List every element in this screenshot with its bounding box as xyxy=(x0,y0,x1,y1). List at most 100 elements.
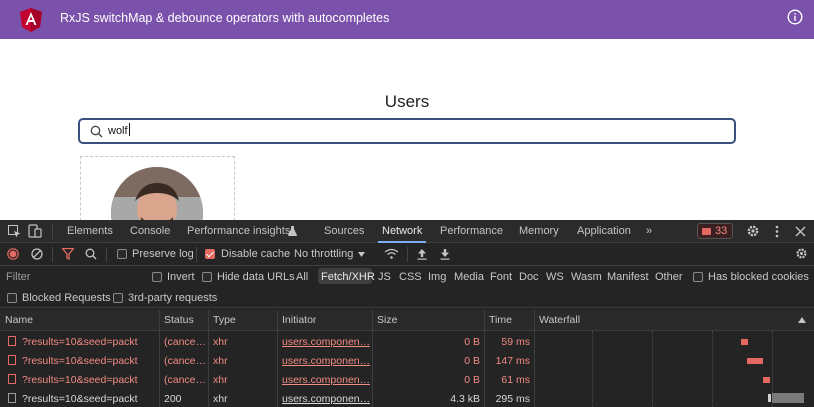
request-initiator-link[interactable]: users.componen… xyxy=(282,393,370,405)
request-size: 0 B xyxy=(464,355,480,367)
filter-bar: Filter Invert Hide data URLs All Fetch/X… xyxy=(0,266,814,286)
request-status: (cance… xyxy=(164,336,207,348)
request-time: 295 ms xyxy=(495,393,530,405)
close-icon[interactable] xyxy=(795,226,806,237)
table-row[interactable]: ?results=10&seed=packt 200 xhr users.com… xyxy=(0,389,814,407)
type-filter-font[interactable]: Font xyxy=(490,271,512,283)
search-icon[interactable] xyxy=(85,248,97,260)
throttling-select[interactable]: No throttling xyxy=(294,248,353,260)
app-title: RxJS switchMap & debounce operators with… xyxy=(60,11,390,25)
has-blocked-cookies-checkbox[interactable] xyxy=(693,272,703,282)
table-row[interactable]: ?results=10&seed=packt (cance… xhr users… xyxy=(0,370,814,389)
column-name[interactable]: Name xyxy=(5,314,33,326)
third-party-checkbox[interactable] xyxy=(113,293,123,303)
table-row[interactable]: ?results=10&seed=packt (cance… xhr users… xyxy=(0,332,814,351)
sort-ascending-icon[interactable] xyxy=(798,317,806,323)
request-status: (cance… xyxy=(164,355,207,367)
search-input[interactable]: wolf xyxy=(78,118,736,144)
issue-error-icon xyxy=(702,228,711,235)
tab-divider xyxy=(52,224,53,239)
hide-data-urls-checkbox[interactable] xyxy=(202,272,212,282)
info-icon[interactable] xyxy=(787,9,803,25)
tab-performance-insights[interactable]: Performance insights xyxy=(187,225,290,237)
type-filter-js[interactable]: JS xyxy=(378,271,391,283)
type-filter-media[interactable]: Media xyxy=(454,271,484,283)
tab-sources[interactable]: Sources xyxy=(324,225,364,237)
type-filter-manifest[interactable]: Manifest xyxy=(607,271,649,283)
tab-more-chevron[interactable]: » xyxy=(646,225,652,237)
table-row[interactable]: ?results=10&seed=packt (cance… xhr users… xyxy=(0,351,814,370)
request-status: (cance… xyxy=(164,374,207,386)
clear-icon[interactable] xyxy=(31,248,43,260)
request-type: xhr xyxy=(213,374,228,386)
column-time[interactable]: Time xyxy=(489,314,512,326)
export-har-icon[interactable] xyxy=(440,248,450,260)
inspect-element-icon[interactable] xyxy=(8,225,21,238)
record-icon[interactable] xyxy=(7,248,19,260)
tab-application[interactable]: Application xyxy=(577,225,631,237)
request-time: 61 ms xyxy=(501,374,530,386)
type-filter-img[interactable]: Img xyxy=(428,271,446,283)
request-time: 59 ms xyxy=(501,336,530,348)
request-initiator-link[interactable]: users.componen… xyxy=(282,355,370,367)
preserve-log-label: Preserve log xyxy=(132,248,194,260)
column-status[interactable]: Status xyxy=(164,314,194,326)
tab-console[interactable]: Console xyxy=(130,225,170,237)
request-name: ?results=10&seed=packt xyxy=(22,393,138,405)
user-card[interactable] xyxy=(80,156,235,226)
type-filter-fetch-xhr[interactable]: Fetch/XHR xyxy=(321,271,375,283)
search-value: wolf xyxy=(108,123,130,137)
request-initiator-link[interactable]: users.componen… xyxy=(282,336,370,348)
type-filter-other[interactable]: Other xyxy=(655,271,683,283)
tab-network[interactable]: Network xyxy=(382,225,422,237)
gear-icon[interactable] xyxy=(746,224,760,238)
request-name: ?results=10&seed=packt xyxy=(22,374,138,386)
column-size[interactable]: Size xyxy=(377,314,397,326)
more-options-icon[interactable] xyxy=(774,225,780,238)
import-har-icon[interactable] xyxy=(417,248,427,260)
toolbar-divider xyxy=(106,247,107,262)
page-title: Users xyxy=(384,92,430,111)
filter-input[interactable]: Filter xyxy=(6,271,30,283)
type-filter-css[interactable]: CSS xyxy=(399,271,422,283)
devtools-panel: Elements Console Performance insights So… xyxy=(0,220,814,407)
type-filter-all[interactable]: All xyxy=(296,271,308,283)
type-filter-ws[interactable]: WS xyxy=(546,271,564,283)
issues-badge[interactable]: 33 xyxy=(697,223,733,239)
chevron-down-icon xyxy=(358,252,365,257)
tab-performance[interactable]: Performance xyxy=(440,225,503,237)
waterfall-bar xyxy=(747,358,763,364)
waterfall-bar xyxy=(741,339,748,345)
devtools-tab-bar: Elements Console Performance insights So… xyxy=(0,220,814,243)
request-type: xhr xyxy=(213,336,228,348)
column-initiator[interactable]: Initiator xyxy=(282,314,316,326)
type-filter-doc[interactable]: Doc xyxy=(519,271,539,283)
search-icon xyxy=(90,125,103,138)
filter-funnel-icon[interactable] xyxy=(62,248,74,260)
blocked-requests-label: Blocked Requests xyxy=(22,292,111,304)
gear-icon[interactable] xyxy=(795,247,808,260)
request-document-icon xyxy=(8,336,16,346)
avatar xyxy=(111,167,203,226)
request-initiator-link[interactable]: users.componen… xyxy=(282,374,370,386)
preserve-log-checkbox[interactable] xyxy=(117,249,127,259)
request-size: 4.3 kB xyxy=(450,393,480,405)
device-toggle-icon[interactable] xyxy=(28,224,42,238)
column-waterfall[interactable]: Waterfall xyxy=(539,314,580,326)
disable-cache-checkbox[interactable] xyxy=(205,249,215,259)
network-conditions-icon[interactable] xyxy=(384,248,399,260)
type-filter-wasm[interactable]: Wasm xyxy=(571,271,602,283)
column-type[interactable]: Type xyxy=(213,314,236,326)
blocked-requests-checkbox[interactable] xyxy=(7,293,17,303)
request-type: xhr xyxy=(213,355,228,367)
angular-logo-icon[interactable] xyxy=(20,8,42,32)
invert-checkbox[interactable] xyxy=(152,272,162,282)
text-caret xyxy=(128,123,130,136)
tab-elements[interactable]: Elements xyxy=(67,225,113,237)
app-header: RxJS switchMap & debounce operators with… xyxy=(0,0,814,39)
waterfall-bar xyxy=(763,377,770,383)
tab-memory[interactable]: Memory xyxy=(519,225,559,237)
invert-label: Invert xyxy=(167,271,195,283)
waterfall-bar xyxy=(772,393,804,403)
request-size: 0 B xyxy=(464,336,480,348)
